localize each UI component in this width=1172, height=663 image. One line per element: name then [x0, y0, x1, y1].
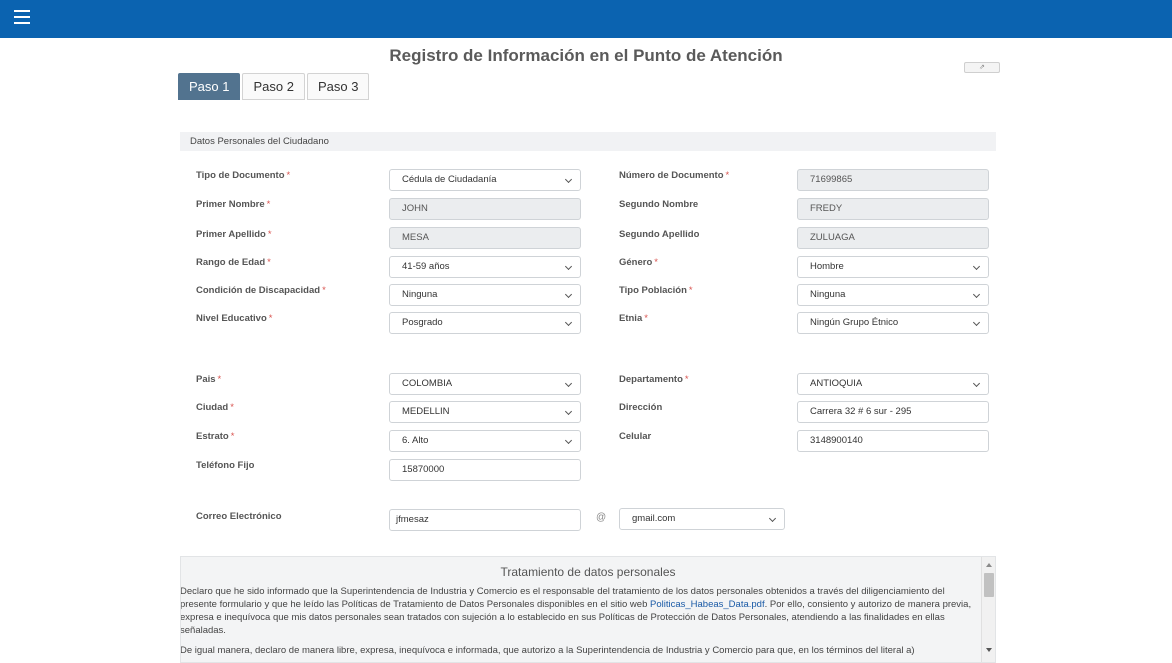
pais-select[interactable]: COLOMBIA — [389, 373, 581, 395]
correo-label: Correo Electrónico — [196, 511, 282, 522]
tipo-poblacion-label: Tipo Población * — [619, 285, 693, 296]
genero-label: Género * — [619, 257, 658, 268]
direccion-input[interactable]: Carrera 32 # 6 sur - 295 — [797, 401, 989, 423]
tipo-documento-label: Tipo de Documento * — [196, 170, 291, 181]
rango-edad-select[interactable]: 41-59 años — [389, 256, 581, 278]
estrato-select[interactable]: 6. Alto — [389, 430, 581, 452]
ciudad-select[interactable]: MEDELLIN — [389, 401, 581, 423]
section-header: Datos Personales del Ciudadano — [180, 132, 996, 151]
genero-select[interactable]: Hombre — [797, 256, 989, 278]
terms-box[interactable]: Tratamiento de datos personales Declaro … — [180, 556, 996, 663]
tab-paso-1[interactable]: Paso 1 — [178, 73, 241, 100]
telefono-fijo-input[interactable]: 15870000 — [389, 459, 581, 481]
correo-user-input[interactable]: jfmesaz — [389, 509, 581, 531]
numero-documento-label: Número de Documento * — [619, 170, 730, 181]
scroll-thumb[interactable] — [984, 573, 994, 597]
segundo-nombre-label: Segundo Nombre — [619, 199, 699, 210]
telefono-fijo-label: Teléfono Fijo — [196, 460, 255, 471]
step-tabs: Paso 1 Paso 2 Paso 3 — [178, 73, 371, 101]
celular-label: Celular — [619, 431, 652, 442]
terms-body: Declaro que he sido informado que la Sup… — [180, 579, 995, 657]
scroll-down-icon[interactable] — [986, 648, 992, 652]
ciudad-label: Ciudad * — [196, 402, 234, 413]
terms-scrollbar[interactable] — [981, 557, 995, 662]
terms-paragraph-1: Declaro que he sido informado que la Sup… — [180, 586, 972, 636]
discapacidad-select[interactable]: Ninguna — [389, 284, 581, 306]
tab-paso-2[interactable]: Paso 2 — [242, 73, 305, 100]
policy-pdf-link[interactable]: Politicas_Habeas_Data.pdf — [650, 599, 765, 610]
estrato-label: Estrato * — [196, 431, 235, 442]
nivel-educativo-select[interactable]: Posgrado — [389, 312, 581, 334]
direccion-label: Dirección — [619, 402, 663, 413]
correo-domain-select[interactable]: gmail.com — [619, 508, 785, 530]
rango-edad-label: Rango de Edad * — [196, 257, 271, 268]
departamento-label: Departamento * — [619, 374, 689, 385]
primer-nombre-label: Primer Nombre * — [196, 199, 271, 210]
terms-title: Tratamiento de datos personales — [500, 565, 676, 579]
scroll-up-icon[interactable] — [986, 563, 992, 567]
at-sign: @ — [596, 512, 607, 523]
primer-apellido-label: Primer Apellido * — [196, 229, 272, 240]
celular-input[interactable]: 3148900140 — [797, 430, 989, 452]
primer-apellido-field[interactable]: MESA — [389, 227, 581, 249]
pais-label: Pais * — [196, 374, 222, 385]
etnia-select[interactable]: Ningún Grupo Étnico — [797, 312, 989, 334]
departamento-select[interactable]: ANTIOQUIA — [797, 373, 989, 395]
hamburger-menu-icon[interactable] — [14, 10, 30, 24]
segundo-apellido-field[interactable]: ZULUAGA — [797, 227, 989, 249]
tab-paso-3[interactable]: Paso 3 — [306, 73, 370, 100]
discapacidad-label: Condición de Discapacidad * — [196, 285, 326, 296]
numero-documento-field[interactable]: 71699865 — [797, 169, 989, 191]
terms-paragraph-2: De igual manera, declaro de manera libre… — [180, 645, 915, 656]
tipo-documento-select[interactable]: Cédula de Ciudadanía — [389, 169, 581, 191]
primer-nombre-field[interactable]: JOHN — [389, 198, 581, 220]
top-navbar — [0, 0, 1172, 38]
segundo-nombre-field[interactable]: FREDY — [797, 198, 989, 220]
nivel-educativo-label: Nivel Educativo * — [196, 313, 273, 324]
external-link-icon[interactable]: ⇗ — [964, 62, 1000, 73]
tipo-poblacion-select[interactable]: Ninguna — [797, 284, 989, 306]
segundo-apellido-label: Segundo Apellido — [619, 229, 700, 240]
etnia-label: Etnia * — [619, 313, 648, 324]
